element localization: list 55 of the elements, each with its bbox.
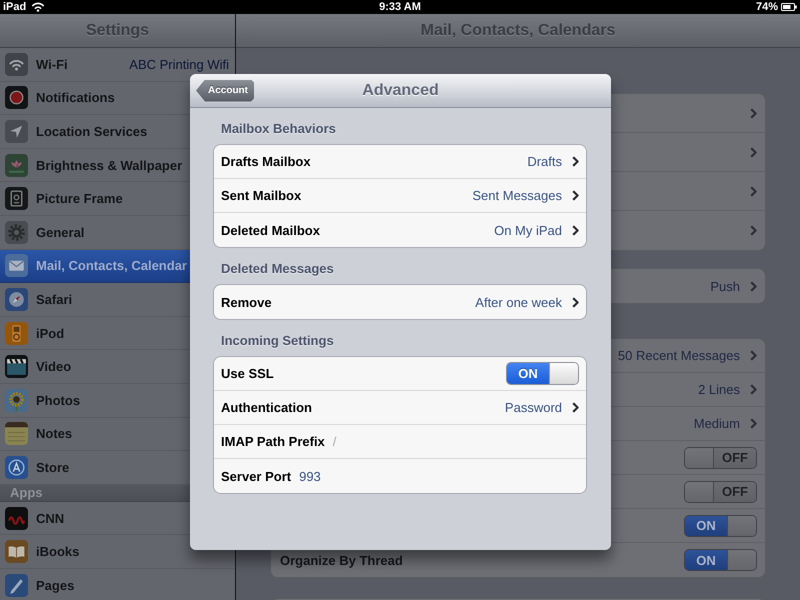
battery-icon <box>781 3 797 11</box>
chevron-icon <box>572 190 579 201</box>
emblem-icon <box>5 456 28 479</box>
battery-percentage: 74% <box>756 0 778 14</box>
chevron-icon <box>750 384 757 395</box>
clapperboard-icon <box>5 355 28 378</box>
chevron-icon <box>750 418 757 429</box>
device-name: iPad <box>3 0 26 14</box>
row-value: ABC Printing Wifi <box>129 56 229 72</box>
compass-icon <box>5 288 28 311</box>
row-value: 2 Lines <box>698 382 740 397</box>
row-value: 50 Recent Messages <box>618 348 740 363</box>
toggle-switch[interactable]: ON <box>684 549 757 571</box>
chevron-icon <box>572 224 579 236</box>
text-field[interactable]: / <box>332 434 579 449</box>
navigation-title: Advanced <box>362 82 439 100</box>
settings-row[interactable]: Drafts Mailbox Drafts <box>214 145 586 179</box>
back-button[interactable]: Account <box>196 80 254 102</box>
book-icon <box>5 540 28 564</box>
toggle-switch[interactable]: ON <box>684 514 757 536</box>
sunflower-icon <box>5 388 28 412</box>
notepad-icon <box>5 422 28 446</box>
chevron-icon <box>750 350 757 361</box>
sidebar-item[interactable]: Pages <box>0 568 235 600</box>
row-value: On My iPad <box>494 222 562 238</box>
chevron-icon <box>572 156 579 167</box>
row-value: Password <box>504 400 562 415</box>
toggle-switch[interactable]: OFF <box>684 480 757 502</box>
row-value: After one week <box>475 294 562 310</box>
toggle-switch[interactable]: ON <box>506 362 579 385</box>
chevron-icon <box>750 280 757 292</box>
pen-icon <box>5 574 28 597</box>
music-player-icon <box>5 322 28 345</box>
flower-icon <box>5 154 28 177</box>
toggle-switch[interactable]: OFF <box>684 446 757 468</box>
wifi-icon <box>5 52 28 76</box>
wifi-icon <box>31 2 46 12</box>
chevron-icon <box>750 225 757 236</box>
text-field[interactable]: 993 <box>299 468 579 484</box>
gear-icon <box>5 220 28 244</box>
chevron-icon <box>572 296 579 308</box>
chevron-icon <box>572 402 579 413</box>
envelope-icon <box>5 254 28 278</box>
chevron-icon <box>750 108 757 118</box>
row-value: Sent Messages <box>472 188 562 203</box>
row-value: Medium <box>694 416 740 431</box>
settings-row[interactable]: Remove After one week <box>214 285 586 319</box>
row-value: Push <box>710 278 740 294</box>
row-label: Organize By Thread <box>280 552 403 568</box>
chevron-icon <box>750 146 757 158</box>
chevron-icon <box>750 186 757 196</box>
picture-frame-icon <box>5 187 28 210</box>
clock-time: 9:33 AM <box>379 0 421 14</box>
row-value: Drafts <box>527 154 562 169</box>
wave-icon <box>5 506 28 530</box>
